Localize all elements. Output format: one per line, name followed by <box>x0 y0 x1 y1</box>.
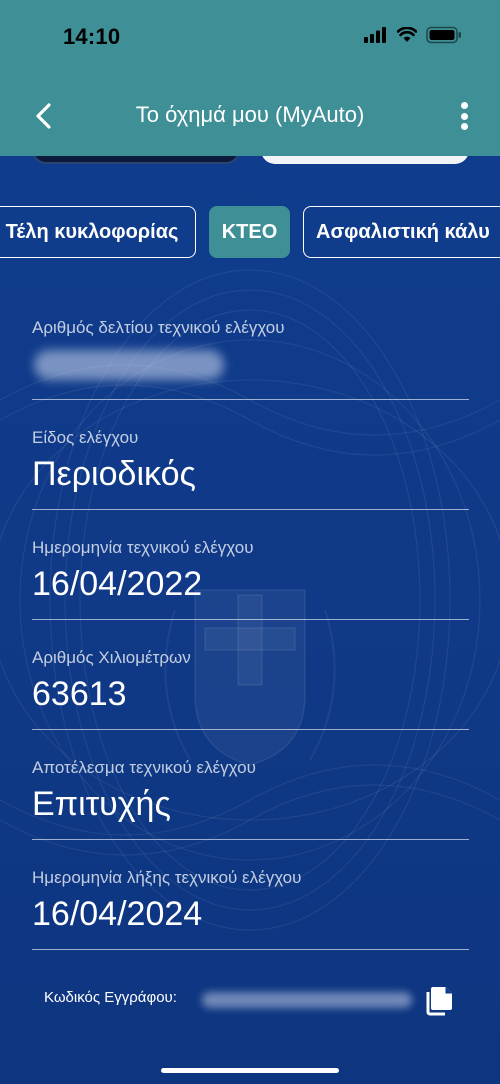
home-indicator <box>161 1068 339 1073</box>
field-value: 16/04/2022 <box>32 565 203 603</box>
field-inspection-certificate-number: Αριθμός δελτίου τεχνικού ελέγχου <box>32 290 469 400</box>
field-inspection-expiry-date: Ημερομηνία λήξης τεχνικού ελέγχου 16/04/… <box>32 840 469 950</box>
field-label: Ημερομηνία τεχνικού ελέγχου <box>32 538 254 557</box>
redacted-document-code <box>202 992 412 1008</box>
field-value: 16/04/2024 <box>32 895 203 933</box>
field-value: 63613 <box>32 675 127 713</box>
field-value: Περιοδικός <box>32 455 196 493</box>
app-header: 14:10 Το όχημά μου (MyAuto) <box>0 0 500 156</box>
document-code-label: Κωδικός Εγγράφου: <box>44 989 177 1006</box>
status-icons <box>364 26 462 44</box>
field-mileage: Αριθμός Χιλιομέτρων 63613 <box>32 620 469 730</box>
signal-icon <box>364 27 386 43</box>
copy-button[interactable] <box>426 984 454 1016</box>
field-label: Αποτέλεσμα τεχνικού ελέγχου <box>32 758 256 777</box>
redacted-value <box>34 350 224 380</box>
field-label: Αριθμός Χιλιομέτρων <box>32 648 191 667</box>
nav-bar: Το όχημά μου (MyAuto) <box>0 80 500 150</box>
tab-kteo[interactable]: ΚΤΕΟ <box>209 206 290 258</box>
document-code-row: Κωδικός Εγγράφου: <box>44 984 464 1016</box>
inspection-details: Αριθμός δελτίου τεχνικού ελέγχου Είδος ε… <box>32 290 469 950</box>
battery-icon <box>426 26 461 44</box>
copy-icon <box>426 987 452 1016</box>
field-label: Ημερομηνία λήξης τεχνικού ελέγχου <box>32 868 302 887</box>
tab-road-tax[interactable]: Τέλη κυκλοφορίας <box>0 206 196 258</box>
wifi-icon <box>397 27 417 42</box>
field-inspection-type: Είδος ελέγχου Περιοδικός <box>32 400 469 510</box>
tab-insurance[interactable]: Ασφαλιστική κάλυ <box>303 206 500 258</box>
tab-bar: Τέλη κυκλοφορίας ΚΤΕΟ Ασφαλιστική κάλυ <box>0 206 500 258</box>
screen: 14:10 Το όχημά μου (MyAuto) Τέλη κυκλοφο… <box>0 0 500 1084</box>
field-label: Είδος ελέγχου <box>32 428 139 447</box>
more-vertical-icon <box>460 102 468 109</box>
status-bar: 14:10 <box>0 0 500 76</box>
status-time: 14:10 <box>63 24 121 49</box>
page-title: Το όχημά μου (MyAuto) <box>135 102 365 127</box>
field-inspection-result: Αποτέλεσμα τεχνικού ελέγχου Επιτυχής <box>32 730 469 840</box>
field-label: Αριθμός δελτίου τεχνικού ελέγχου <box>32 318 285 337</box>
more-options-button[interactable] <box>452 98 476 134</box>
field-inspection-date: Ημερομηνία τεχνικού ελέγχου 16/04/2022 <box>32 510 469 620</box>
field-value: Επιτυχής <box>32 785 171 823</box>
